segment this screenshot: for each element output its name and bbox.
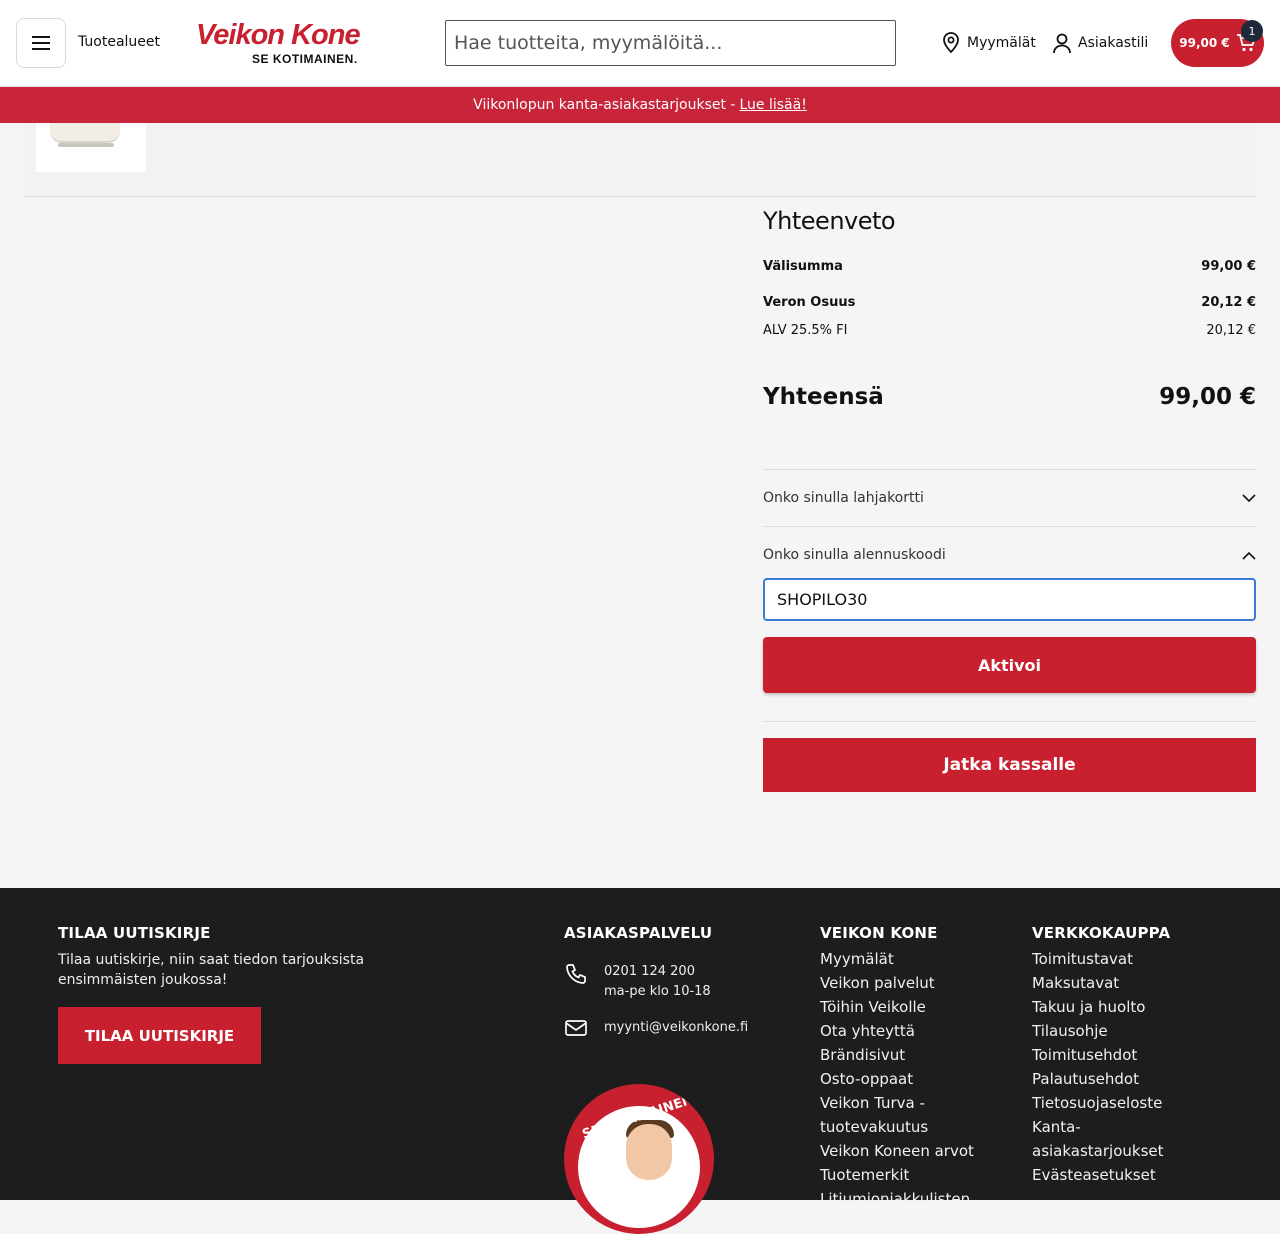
chevron-down-icon	[1242, 493, 1256, 502]
service-title: ASIAKASPALVELU	[564, 924, 713, 942]
footer-link[interactable]: Toimitustavat	[1032, 947, 1232, 971]
location-pin-icon	[943, 32, 959, 54]
tax-value: 20,12 €	[1201, 295, 1256, 310]
discount-label: Onko sinulla alennuskoodi	[763, 547, 946, 563]
newsletter-button[interactable]: TILAA UUTISKIRJE	[58, 1007, 261, 1064]
vat-label: ALV 25.5% FI	[763, 323, 848, 338]
account-link[interactable]: Asiakastili	[1052, 32, 1148, 54]
vat-value: 20,12 €	[1206, 323, 1256, 338]
stores-label: Myymälät	[967, 35, 1036, 51]
footer-column-title: VERKKOKAUPPA	[1032, 924, 1171, 942]
logo-main: Veikon Kone	[196, 19, 361, 51]
logo[interactable]: Veikon Kone SE KOTIMAINEN.	[196, 20, 386, 66]
giftcard-label: Onko sinulla lahjakortti	[763, 490, 924, 506]
newsletter-section: TILAA UUTISKIRJE Tilaa uutiskirje, niin …	[58, 924, 458, 1064]
footer-link[interactable]: tuotevakuutus	[820, 1115, 1020, 1139]
menu-button[interactable]	[16, 18, 66, 68]
customer-service-section: ASIAKASPALVELU 0201 124 200 ma-pe klo 10…	[564, 924, 794, 1234]
footer-link-list: Toimitustavat Maksutavat Takuu ja huolto…	[1032, 947, 1232, 1187]
footer-column-veikon-kone: VEIKON KONE Myymälät Veikon palvelut Töi…	[820, 924, 1020, 1211]
footer-link[interactable]: Evästeasetukset	[1032, 1163, 1232, 1187]
divider	[763, 721, 1256, 722]
footer-link[interactable]: Veikon palvelut	[820, 971, 1020, 995]
order-summary: Yhteenveto Välisumma 99,00 € Veron Osuus…	[763, 205, 1256, 792]
product-image	[50, 123, 120, 143]
footer-link[interactable]: Takuu ja huolto	[1032, 995, 1232, 1019]
promo-bar: Viikonlopun kanta-asiakastarjoukset - Lu…	[0, 87, 1280, 123]
site-footer: TILAA UUTISKIRJE Tilaa uutiskirje, niin …	[0, 888, 1280, 1234]
user-icon	[1053, 33, 1071, 54]
email-contact[interactable]: myynti@veikonkone.fi	[564, 1018, 748, 1038]
subtotal-label: Välisumma	[763, 259, 843, 274]
footer-link[interactable]: Myymälät	[820, 947, 1020, 971]
total-label: Yhteensä	[763, 384, 884, 410]
phone-icon	[566, 964, 586, 984]
giftcard-accordion[interactable]: Onko sinulla lahjakortti	[763, 490, 1256, 506]
subtotal-row: Välisumma 99,00 €	[763, 259, 1256, 274]
tax-row: Veron Osuus 20,12 €	[763, 295, 1256, 310]
logo-tagline: SE KOTIMAINEN.	[252, 52, 358, 66]
discount-accordion[interactable]: Onko sinulla alennuskoodi	[763, 547, 1256, 563]
footer-link[interactable]: Brändisivut	[820, 1043, 1020, 1067]
footer-link[interactable]: Toimitusehdot	[1032, 1043, 1232, 1067]
newsletter-text: Tilaa uutiskirje, niin saat tiedon tarjo…	[58, 952, 365, 988]
newsletter-title: TILAA UUTISKIRJE	[58, 924, 211, 942]
product-image-base	[58, 143, 114, 147]
chevron-up-icon	[1242, 551, 1256, 560]
total-row: Yhteensä 99,00 €	[763, 384, 1256, 410]
mail-icon	[565, 1020, 587, 1036]
search-input[interactable]	[445, 20, 896, 66]
cart-count-badge: 1	[1241, 20, 1263, 42]
service-hours: ma-pe klo 10-18	[604, 984, 711, 999]
footer-link[interactable]: Ota yhteyttä	[820, 1019, 1020, 1043]
footer-link[interactable]: Maksutavat	[1032, 971, 1232, 995]
footer-link[interactable]: Palautusehdot	[1032, 1067, 1232, 1091]
site-header: Tuotealueet Veikon Kone SE KOTIMAINEN. M…	[0, 0, 1280, 87]
promo-link[interactable]: Lue lisää!	[739, 97, 806, 113]
subtotal-value: 99,00 €	[1201, 259, 1256, 274]
cart-product-row	[24, 123, 1256, 197]
promo-text: Viikonlopun kanta-asiakastarjoukset -	[473, 97, 736, 113]
badge-mascot-face	[626, 1124, 672, 1180]
footer-link[interactable]: Veikon Turva -	[820, 1091, 1020, 1115]
hamburger-icon	[32, 36, 50, 50]
footer-link[interactable]: Tietosuojaseloste	[1032, 1091, 1232, 1115]
footer-link[interactable]: Litiumioniakkulisten	[820, 1187, 1020, 1211]
product-thumbnail[interactable]	[36, 123, 146, 172]
footer-link[interactable]: Tilausohje	[1032, 1019, 1232, 1043]
email-address: myynti@veikonkone.fi	[604, 1020, 749, 1035]
activate-button[interactable]: Aktivoi	[763, 637, 1256, 693]
divider	[763, 469, 1256, 470]
footer-link[interactable]: asiakastarjoukset	[1032, 1139, 1232, 1163]
footer-link[interactable]: Tuotemerkit	[820, 1163, 1020, 1187]
cart-total: 99,00 €	[1179, 36, 1230, 50]
summary-title: Yhteenveto	[763, 207, 896, 235]
vat-row: ALV 25.5% FI 20,12 €	[763, 323, 1256, 338]
menu-label[interactable]: Tuotealueet	[78, 34, 160, 50]
total-value: 99,00 €	[1159, 384, 1256, 410]
footer-link[interactable]: Osto-oppaat	[820, 1067, 1020, 1091]
footer-column-verkkokauppa: VERKKOKAUPPA Toimitustavat Maksutavat Ta…	[1032, 924, 1232, 1187]
checkout-button[interactable]: Jatka kassalle	[763, 738, 1256, 792]
footer-column-title: VEIKON KONE	[820, 924, 938, 942]
discount-code-input[interactable]	[763, 578, 1256, 621]
divider	[763, 526, 1256, 527]
footer-link[interactable]: Kanta-	[1032, 1115, 1232, 1139]
tax-label: Veron Osuus	[763, 295, 856, 310]
footer-link-list: Myymälät Veikon palvelut Töihin Veikolle…	[820, 947, 1020, 1211]
footer-link[interactable]: Töihin Veikolle	[820, 995, 1020, 1019]
phone-number: 0201 124 200	[604, 964, 695, 979]
footer-link[interactable]: Veikon Koneen arvot	[820, 1139, 1020, 1163]
se-kotimainen-badge: SE KOTIMAINEN	[564, 1084, 714, 1234]
phone-contact[interactable]: 0201 124 200 ma-pe klo 10-18	[564, 962, 711, 1002]
stores-link[interactable]: Myymälät	[941, 32, 1036, 54]
account-label: Asiakastili	[1078, 35, 1149, 51]
